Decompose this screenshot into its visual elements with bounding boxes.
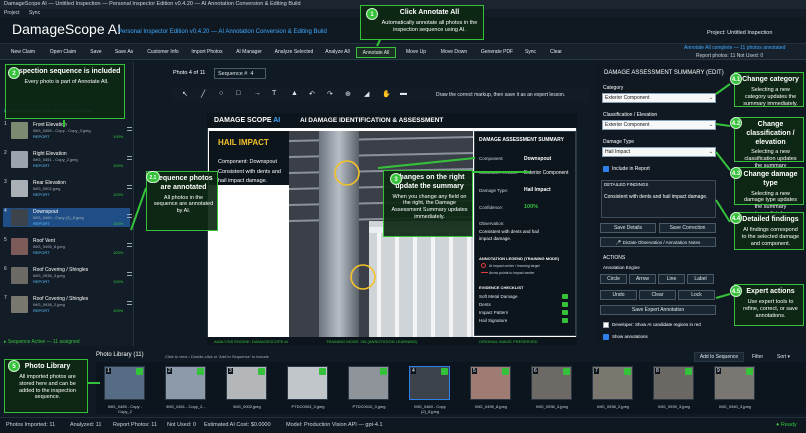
- callout-text: Automatically annotate all photos in the…: [381, 19, 478, 33]
- callout-text: Every photo is part of Annotate All.: [24, 78, 109, 85]
- arrow-4-1: [715, 83, 731, 95]
- callout-number-badge: 2.1: [146, 171, 160, 183]
- callout-title: Photo Library: [24, 363, 71, 370]
- callout-c42: Change classification / elevation Selecti…: [734, 117, 804, 176]
- callout-title: Inspection sequence is included: [12, 68, 121, 75]
- callout-text: All imported photos are stored here and …: [19, 373, 76, 401]
- callout-c41: Change category Selecting a new category …: [734, 72, 804, 107]
- arrow-to-annotate-all: [376, 39, 381, 47]
- callout-c43: Change damage type Selecting a new damage…: [734, 167, 804, 217]
- arrow-3-a: [377, 157, 476, 169]
- callout-title: Change category: [742, 76, 799, 83]
- callout-number-badge: 4.1: [730, 73, 742, 85]
- arrow-4-2: [715, 123, 731, 127]
- arrow-4-3: [715, 151, 731, 171]
- callout-title: Detailed findings: [742, 216, 799, 223]
- callout-number-badge: 4.2: [730, 117, 742, 129]
- callout-c2: Inspection sequence is included Every pho…: [5, 64, 125, 119]
- callout-c44: Detailed findings AI findings correspond …: [734, 212, 804, 250]
- callout-title: Sequence photos are annotated: [154, 175, 213, 191]
- callout-title: Change classification / elevation: [746, 121, 795, 146]
- callout-c1: Click Annotate All Automatically annotate…: [360, 5, 484, 40]
- callout-text: All photos in the sequence are annotated…: [153, 194, 214, 215]
- callout-title: Expert actions: [746, 288, 795, 295]
- callout-number-badge: 2: [8, 67, 20, 79]
- callout-title: Change damage type: [743, 171, 798, 187]
- callout-number-badge: 5: [8, 360, 20, 372]
- callout-text: Selecting a new category updates the sum…: [743, 86, 798, 107]
- callout-number-badge: 4.3: [730, 167, 742, 179]
- callout-title: Click Annotate All: [399, 9, 460, 16]
- arrow-4-4: [715, 199, 731, 223]
- callout-title: Changes on the right update the summary: [394, 174, 465, 190]
- callout-number-badge: 1: [366, 8, 378, 20]
- callout-text: Use expert tools to refine, correct, or …: [743, 298, 798, 319]
- callout-text: When you change any field on the right, …: [391, 193, 468, 221]
- arrow-2-1: [130, 187, 147, 231]
- arrow-4-5: [715, 293, 731, 299]
- callout-number-badge: 4.4: [730, 212, 742, 224]
- callout-number-badge: 4.5: [730, 285, 742, 297]
- callout-c45: Expert actions Use expert tools to refine…: [734, 284, 804, 326]
- callout-number-badge: 3: [390, 173, 402, 185]
- callout-text: AI findings correspond to the selected d…: [741, 226, 800, 247]
